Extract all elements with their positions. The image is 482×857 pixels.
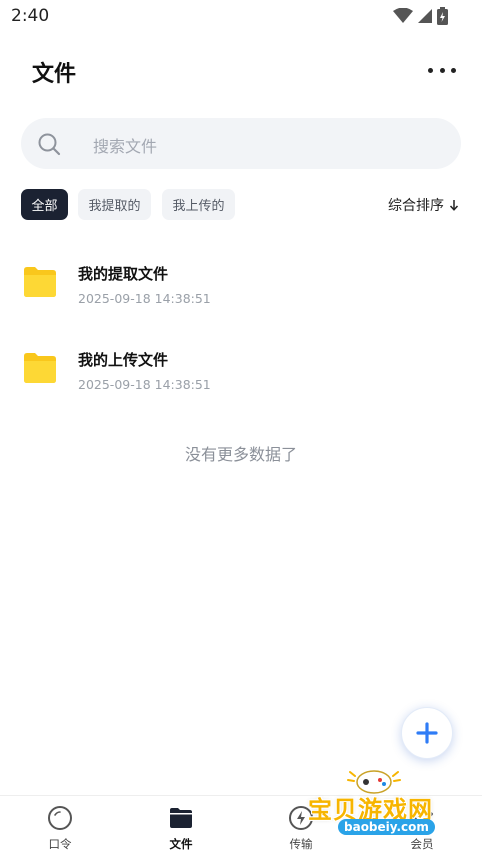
- sort-button[interactable]: 综合排序: [388, 195, 459, 215]
- filter-chip-uploaded[interactable]: 我上传的: [162, 189, 235, 220]
- signal-icon: [418, 9, 432, 23]
- filter-chip-all[interactable]: 全部: [21, 189, 68, 220]
- folder-icon: [24, 267, 56, 297]
- bottom-tab-bar: 口令 文件 传输 会员: [0, 795, 482, 857]
- status-time: 2:40: [11, 6, 50, 26]
- list-item[interactable]: 我的提取文件 2025-09-18 14:38:51: [0, 255, 482, 325]
- filter-row: 全部 我提取的 我上传的 综合排序: [0, 189, 482, 220]
- battery-icon: [437, 7, 448, 25]
- file-date: 2025-09-18 14:38:51: [78, 291, 211, 306]
- tab-transfer[interactable]: 传输: [261, 796, 341, 857]
- more-dots-icon: [428, 67, 433, 73]
- add-button[interactable]: [401, 707, 453, 759]
- transfer-icon: [289, 806, 313, 830]
- tab-vip[interactable]: 会员: [382, 796, 462, 857]
- plus-icon: [416, 722, 438, 744]
- header: 文件: [0, 52, 482, 92]
- tab-label: 会员: [410, 837, 434, 851]
- tab-label: 口令: [48, 837, 72, 851]
- tab-label: 文件: [169, 837, 193, 851]
- more-dot: [451, 67, 456, 73]
- status-icons: [393, 7, 448, 25]
- arrow-down-icon: [449, 200, 459, 211]
- more-dot: [439, 67, 445, 73]
- tab-kouling[interactable]: 口令: [20, 796, 100, 857]
- status-bar: 2:40: [0, 0, 482, 32]
- sort-label: 综合排序: [388, 198, 444, 214]
- tab-label: 传输: [289, 837, 313, 851]
- folder-icon: [24, 353, 56, 383]
- page-title: 文件: [32, 62, 77, 87]
- list-end-text: 没有更多数据了: [184, 445, 297, 464]
- filter-chip-extracted[interactable]: 我提取的: [78, 189, 151, 220]
- search-icon: [38, 133, 61, 156]
- search-placeholder: 搜索文件: [93, 137, 158, 156]
- search-input[interactable]: 搜索文件: [21, 118, 461, 169]
- more-options-button[interactable]: [428, 60, 456, 80]
- gamepad-icon: [347, 770, 401, 794]
- wifi-icon: [393, 8, 413, 23]
- tab-files[interactable]: 文件: [141, 796, 221, 857]
- file-name: 我的提取文件: [78, 265, 169, 283]
- folder-tab-icon: [170, 808, 192, 828]
- kouling-icon: [48, 806, 72, 830]
- vip-icon: [411, 808, 433, 828]
- file-name: 我的上传文件: [78, 351, 169, 369]
- file-date: 2025-09-18 14:38:51: [78, 377, 211, 392]
- list-item[interactable]: 我的上传文件 2025-09-18 14:38:51: [0, 341, 482, 411]
